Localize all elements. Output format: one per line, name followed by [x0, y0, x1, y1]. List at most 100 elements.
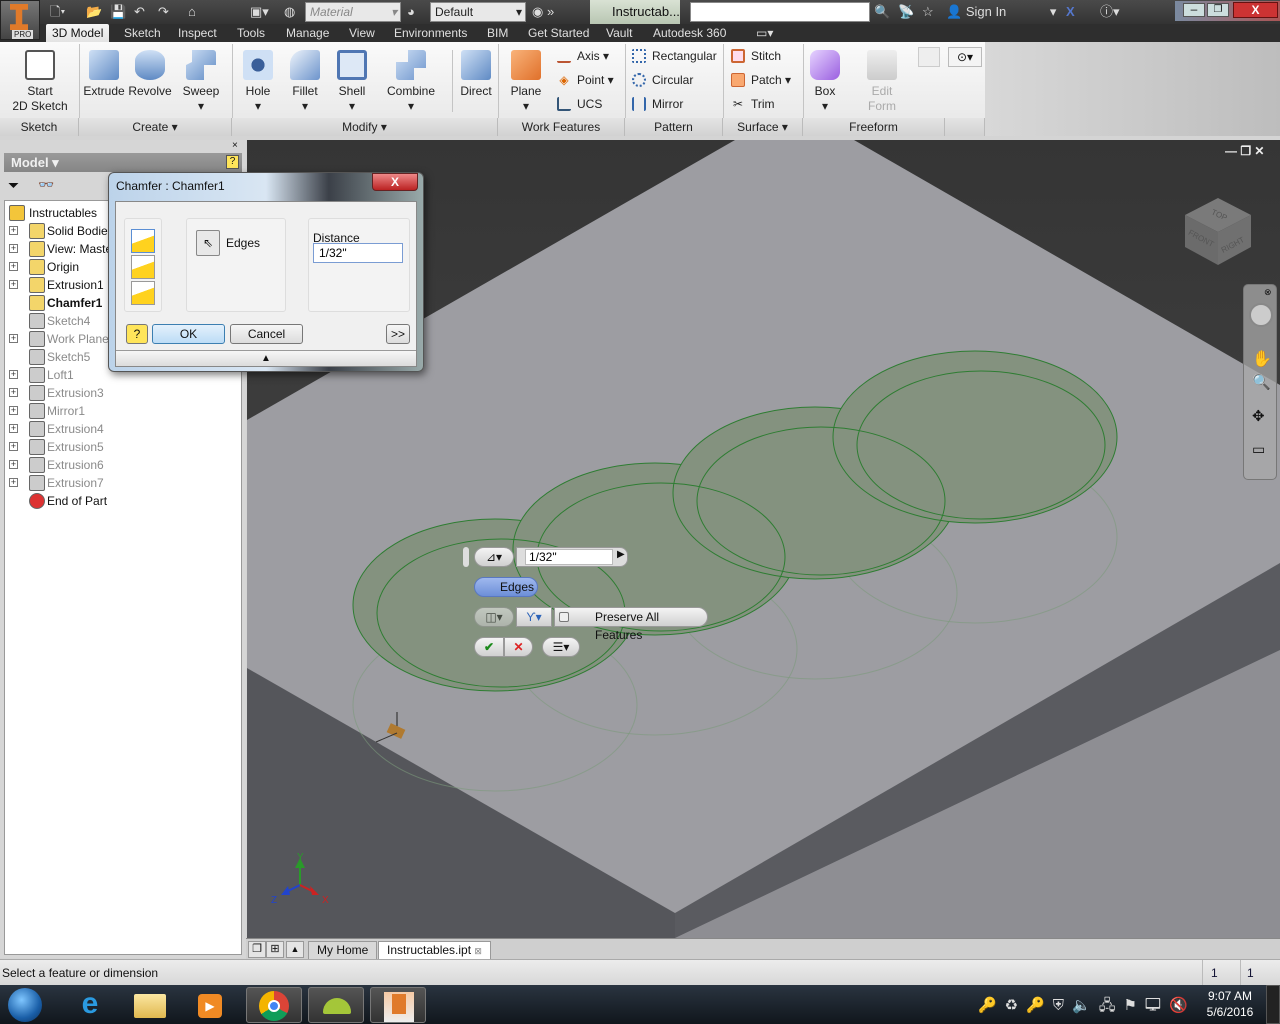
- tab-vault[interactable]: Vault: [600, 24, 638, 42]
- communication-center-icon[interactable]: 📡: [898, 3, 914, 21]
- ucs-button[interactable]: UCS: [555, 94, 602, 114]
- solid-body-dropdown[interactable]: ◫▾: [474, 607, 514, 627]
- stitch-button[interactable]: Stitch: [729, 46, 781, 66]
- start-button[interactable]: [8, 988, 42, 1022]
- tab-autodesk-360[interactable]: Autodesk 360: [647, 24, 732, 42]
- minitoolbar-distance-input[interactable]: [525, 549, 613, 565]
- tree-node[interactable]: + Extrusion7: [5, 474, 241, 492]
- start-2d-sketch-button[interactable]: Start 2D Sketch: [8, 46, 72, 114]
- axis-button[interactable]: Axis ▾: [555, 46, 609, 66]
- tab-manage[interactable]: Manage: [280, 24, 335, 42]
- hole-button[interactable]: Hole ▾: [236, 46, 280, 114]
- tab-close-icon[interactable]: ⊠: [474, 946, 482, 956]
- tab-bim[interactable]: BIM: [481, 24, 514, 42]
- find-binoculars-icon[interactable]: 👓: [38, 177, 54, 193]
- distance-method-icon[interactable]: [131, 229, 155, 253]
- sweep-button[interactable]: Sweep ▾: [178, 46, 224, 114]
- expand-icon[interactable]: +: [9, 244, 18, 253]
- distance-arrow-icon[interactable]: ▶: [617, 549, 625, 560]
- tab-environments[interactable]: Environments: [388, 24, 473, 42]
- taskbar-explorer-icon[interactable]: [122, 987, 178, 1023]
- circular-pattern-button[interactable]: Circular: [630, 70, 693, 90]
- cancel-x-button[interactable]: ✕: [504, 637, 533, 657]
- edge-chain-dropdown[interactable]: ϒ▾: [516, 607, 552, 627]
- extrude-button[interactable]: Extrude: [82, 46, 126, 99]
- browser-close-icon[interactable]: ×: [232, 140, 238, 151]
- distance-input[interactable]: [313, 243, 403, 263]
- tab-inspect[interactable]: Inspect: [172, 24, 223, 42]
- open-icon[interactable]: 📂: [86, 3, 102, 21]
- zoom-icon[interactable]: 🔍: [1252, 373, 1271, 391]
- preserve-all-features-toggle[interactable]: Preserve All Features: [554, 607, 708, 642]
- sign-in-button[interactable]: 👤 Sign In ▾: [946, 3, 1056, 21]
- help-icon[interactable]: ⓘ▾: [1100, 3, 1120, 21]
- tree-node[interactable]: + Extrusion3: [5, 384, 241, 402]
- edges-select-button[interactable]: Edges: [474, 577, 538, 597]
- tree-node[interactable]: + Extrusion6: [5, 456, 241, 474]
- appearance-dropdown[interactable]: Default ▾: [430, 2, 526, 22]
- expand-icon[interactable]: +: [9, 370, 18, 379]
- panel-title-modify[interactable]: Modify ▾: [232, 118, 498, 136]
- view-face-icon[interactable]: ▭: [1252, 441, 1265, 458]
- expand-icon[interactable]: +: [9, 424, 18, 433]
- rectangular-pattern-button[interactable]: Rectangular: [630, 46, 717, 66]
- direct-button[interactable]: Direct: [455, 46, 497, 99]
- restore-button[interactable]: ❐: [1207, 3, 1229, 17]
- save-icon[interactable]: 💾: [110, 3, 126, 21]
- panel-title-sketch[interactable]: Sketch: [0, 118, 79, 136]
- ok-button[interactable]: OK: [152, 324, 225, 344]
- tree-node[interactable]: + Extrusion5: [5, 438, 241, 456]
- shell-button[interactable]: Shell ▾: [330, 46, 374, 114]
- home-icon[interactable]: ⌂: [188, 3, 196, 21]
- expand-icon[interactable]: +: [9, 226, 18, 235]
- tab-my-home[interactable]: My Home: [308, 941, 378, 959]
- revolve-button[interactable]: Revolve: [126, 46, 174, 99]
- close-button[interactable]: X: [1233, 2, 1278, 18]
- tab-3d-model[interactable]: 3D Model: [46, 24, 110, 42]
- dialog-collapse-toggle[interactable]: ▲: [116, 350, 416, 366]
- point-button[interactable]: ◈ Point ▾: [555, 70, 613, 90]
- filter-icon[interactable]: ⏷: [8, 177, 19, 194]
- viewport-window-controls[interactable]: — ❐ ✕: [1225, 144, 1264, 158]
- minimize-button[interactable]: –: [1183, 3, 1205, 17]
- edit-form-button[interactable]: Edit Form: [858, 46, 906, 114]
- browser-help-icon[interactable]: ?: [226, 155, 239, 169]
- trim-button[interactable]: ✂ Trim: [729, 94, 775, 114]
- tab-instructables-ipt[interactable]: Instructables.ipt ⊠: [378, 941, 491, 959]
- tree-node[interactable]: + Extrusion4: [5, 420, 241, 438]
- convert-icon[interactable]: [918, 47, 940, 67]
- tab-tools[interactable]: Tools: [231, 24, 271, 42]
- view-cube[interactable]: TOP FRONT RIGHT: [1183, 195, 1253, 265]
- box-button[interactable]: Box ▾: [805, 46, 845, 114]
- mirror-button[interactable]: Mirror: [630, 94, 683, 114]
- search-key-icon[interactable]: 🔍: [874, 3, 890, 21]
- tree-node[interactable]: + Mirror1: [5, 402, 241, 420]
- open-documents-icon[interactable]: ▲: [286, 941, 304, 958]
- expand-icon[interactable]: +: [9, 406, 18, 415]
- panel-title-create[interactable]: Create ▾: [79, 118, 232, 136]
- dialog-help-button[interactable]: ?: [126, 324, 148, 344]
- apply-button[interactable]: ✔: [474, 637, 504, 657]
- steering-wheel-icon[interactable]: [1249, 303, 1273, 327]
- cascade-windows-icon[interactable]: ❐: [248, 941, 266, 958]
- tab-sketch[interactable]: Sketch: [118, 24, 167, 42]
- navbar-close-icon[interactable]: ⊗: [1264, 287, 1272, 298]
- new-icon[interactable]: 🗋▾: [50, 3, 65, 21]
- expand-icon[interactable]: +: [9, 334, 18, 343]
- application-menu-button[interactable]: PRO: [0, 0, 40, 40]
- chamfer-type-dropdown[interactable]: ⊿▾: [474, 547, 514, 567]
- panel-title-surface[interactable]: Surface ▾: [723, 118, 803, 136]
- fillet-button[interactable]: Fillet ▾: [283, 46, 327, 114]
- more-options-button[interactable]: >>: [386, 324, 410, 344]
- dialog-close-button[interactable]: X: [372, 173, 418, 191]
- select-icon[interactable]: ▣▾: [250, 3, 269, 21]
- search-input[interactable]: [690, 2, 870, 22]
- material-dropdown[interactable]: Material ▾: [305, 2, 401, 22]
- clear-appearance-icon[interactable]: ◉ »: [532, 3, 554, 21]
- taskbar-android-studio-icon[interactable]: [308, 987, 364, 1023]
- taskbar-ie-icon[interactable]: e: [62, 987, 118, 1023]
- orbit-icon[interactable]: ✥: [1252, 407, 1265, 425]
- expand-icon[interactable]: +: [9, 478, 18, 487]
- taskbar-chrome-icon[interactable]: [246, 987, 302, 1023]
- two-distances-method-icon[interactable]: [131, 281, 155, 305]
